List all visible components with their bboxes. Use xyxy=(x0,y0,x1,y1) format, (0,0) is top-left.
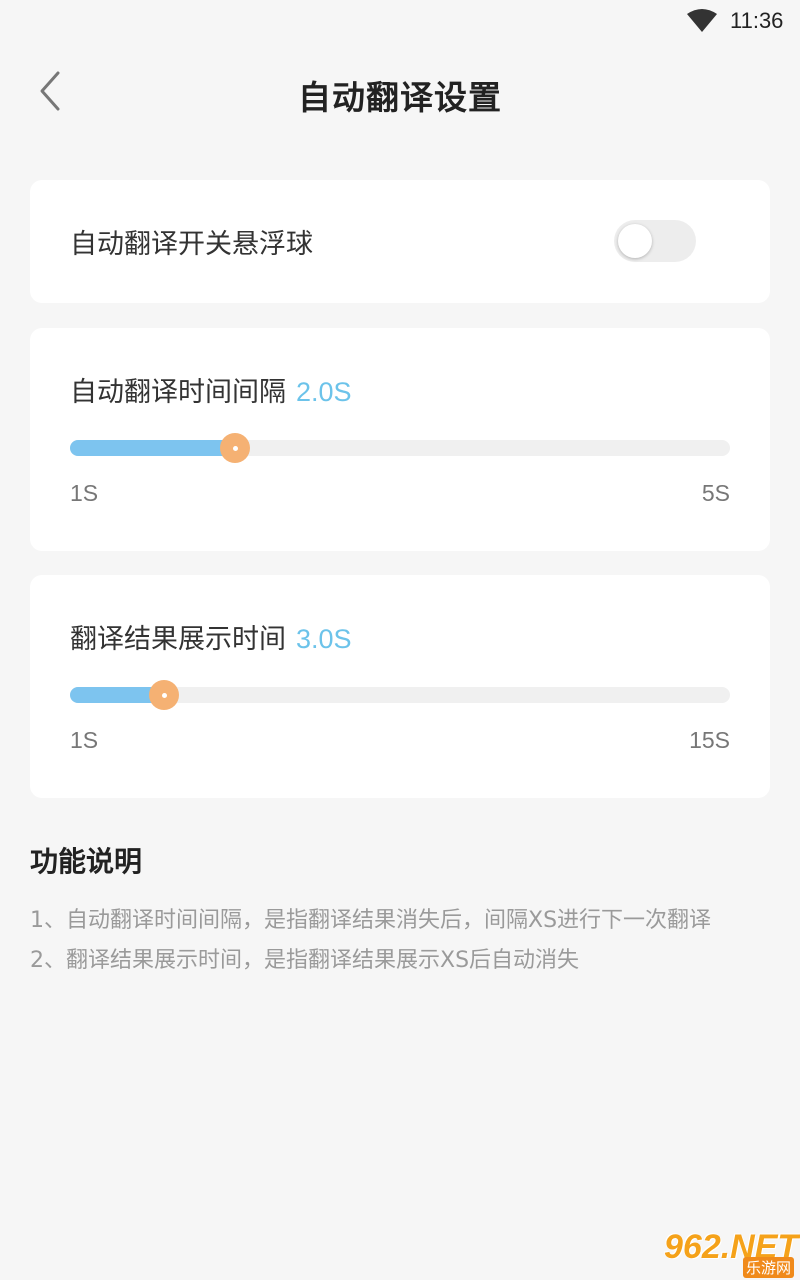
page-title: 自动翻译设置 xyxy=(298,78,502,117)
floating-ball-toggle[interactable] xyxy=(614,220,696,262)
interval-slider-fill xyxy=(70,440,235,456)
interval-title-text: 自动翻译时间间隔 xyxy=(70,377,286,408)
interval-value: 2.0S xyxy=(296,377,352,407)
thumb-dot xyxy=(162,693,168,698)
status-time: 11:36 xyxy=(730,8,784,33)
wifi-icon xyxy=(687,9,717,32)
nav-bar: 自动翻译设置 xyxy=(0,55,800,127)
description-line: 1、自动翻译时间间隔，是指翻译结果消失后，间隔XS进行下一次翻译 xyxy=(30,908,712,933)
watermark-sub: 乐游网 xyxy=(742,1257,794,1278)
description-line: 2、翻译结果展示时间，是指翻译结果展示XS后自动消失 xyxy=(30,948,580,973)
display-slider-track[interactable] xyxy=(70,680,730,710)
site-watermark: 962.NET 乐游网 xyxy=(660,1228,800,1280)
display-min-label: 1S xyxy=(70,727,99,753)
interval-slider-card: 自动翻译时间间隔 2.0S 1S 5S xyxy=(30,328,770,551)
description-heading: 功能说明 xyxy=(30,845,143,878)
interval-max-label: 5S xyxy=(701,480,730,506)
display-max-label: 15S xyxy=(689,727,730,753)
toggle-label: 自动翻译开关悬浮球 xyxy=(70,229,313,260)
toggle-knob xyxy=(618,224,652,258)
interval-slider-track[interactable] xyxy=(70,433,730,463)
display-value: 3.0S xyxy=(296,624,352,654)
floating-ball-toggle-card: 自动翻译开关悬浮球 xyxy=(30,180,770,303)
display-slider-title: 翻译结果展示时间 3.0S xyxy=(70,617,352,656)
status-bar: 11:36 xyxy=(0,0,800,44)
interval-slider-thumb[interactable] xyxy=(220,433,250,463)
interval-slider-title: 自动翻译时间间隔 2.0S xyxy=(70,370,352,409)
display-slider-thumb[interactable] xyxy=(149,680,180,710)
display-time-slider-card: 翻译结果展示时间 3.0S 1S 15S xyxy=(30,575,770,798)
thumb-dot xyxy=(233,446,238,451)
display-title-text: 翻译结果展示时间 xyxy=(70,624,286,655)
interval-min-label: 1S xyxy=(70,480,99,506)
